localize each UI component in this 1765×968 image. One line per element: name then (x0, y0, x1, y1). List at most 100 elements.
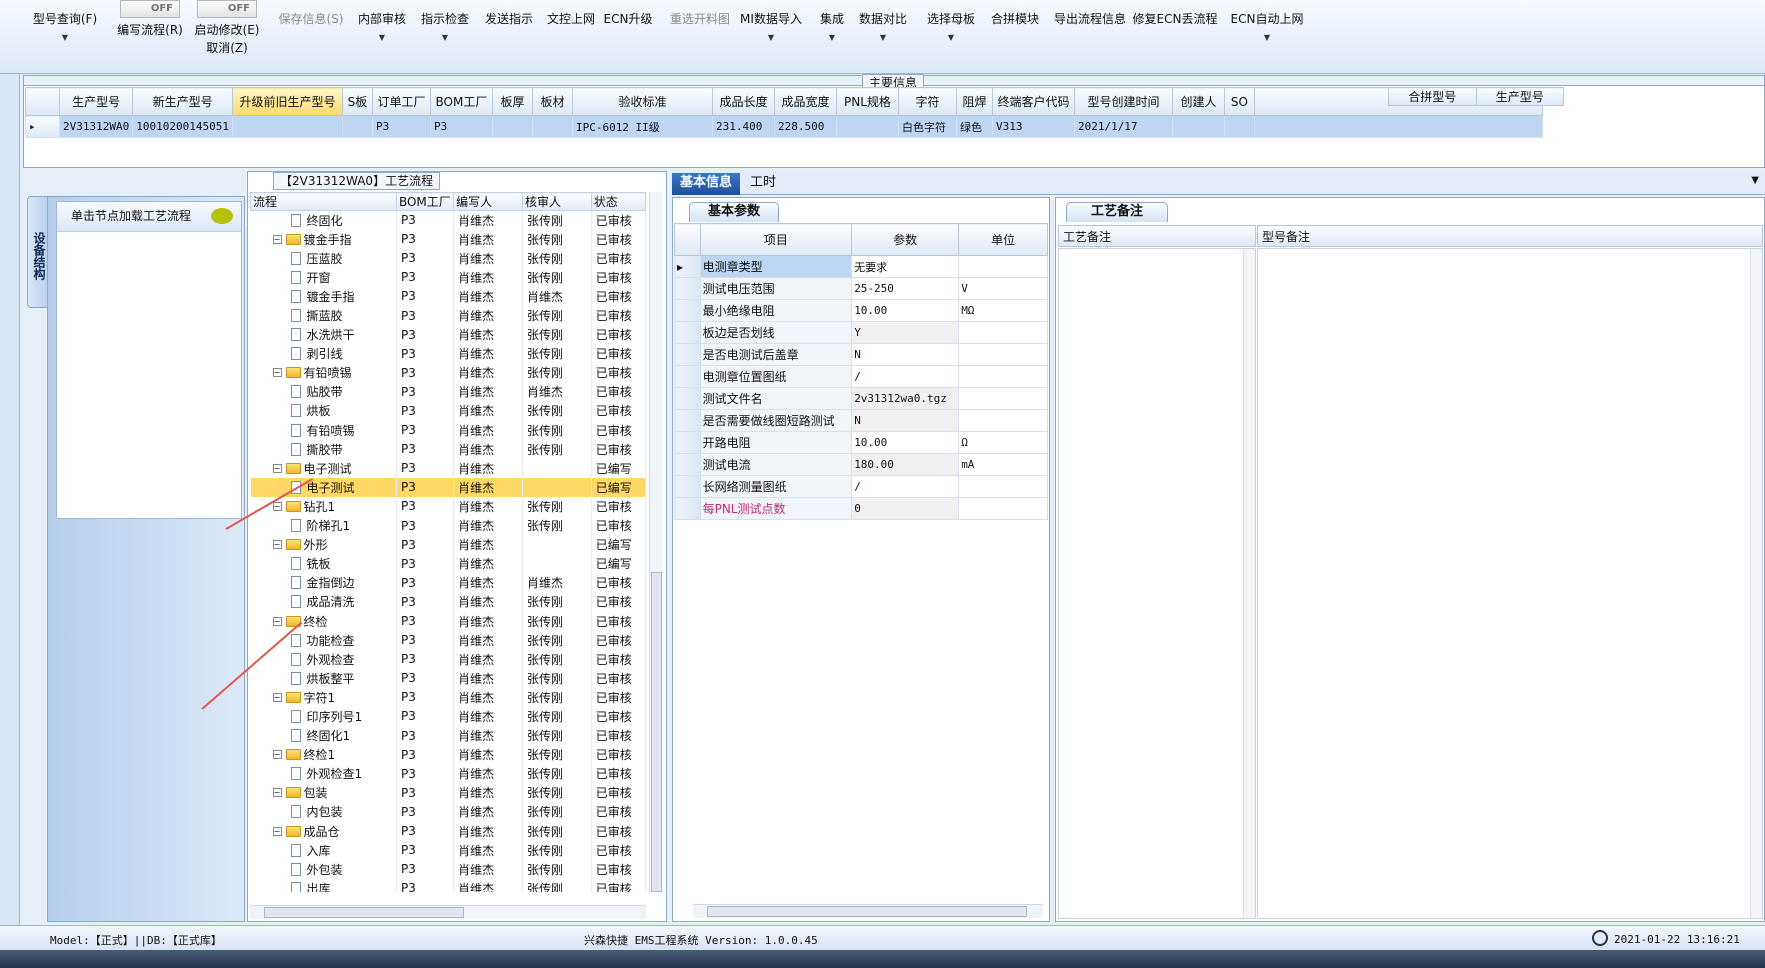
main-cell[interactable]: 2021/1/17 (1073, 115, 1173, 138)
tree-col-header[interactable]: 核审人 (521, 192, 592, 211)
params-row[interactable]: 长网络测量图纸 / (674, 475, 1048, 498)
toolbar-button-7[interactable]: 文控上网 (541, 0, 601, 74)
toolbar-button-11[interactable]: 集成 ▼ (812, 0, 852, 74)
tree-node-cell[interactable]: − 有铅喷锡 (250, 363, 397, 383)
main-cell[interactable]: 2V31312WA0 (58, 115, 134, 138)
params-row[interactable]: 电测章位置图纸 / (674, 365, 1048, 388)
main-cell[interactable]: P3 (371, 115, 431, 138)
tree-node-cell[interactable]: 印序列号1 (250, 706, 397, 727)
toggle-switch-1[interactable]: OFF (120, 0, 180, 18)
params-grid[interactable]: 项目 参数 单位 ▸ 电测章类型 无要求 测试电压范围 25-250 V 最小绝缘电阻 10.00 M… (674, 223, 1048, 520)
params-row[interactable]: ▸ 电测章类型 无要求 (674, 255, 1048, 278)
tree-row[interactable]: 开窗 P3 肖维杰 张传刚 已审核 (250, 267, 646, 287)
tree-node-cell[interactable]: 烘板整平 (250, 668, 397, 688)
params-row[interactable]: 测试电压范围 25-250 V (674, 277, 1048, 300)
main-cell[interactable] (491, 115, 533, 138)
tree-col-header[interactable]: 编写人 (453, 192, 523, 211)
tree-row[interactable]: 撕胶带 P3 肖维杰 张传刚 已审核 (250, 439, 646, 459)
main-col-header[interactable]: 生产型号 (58, 87, 134, 116)
tree-row[interactable]: 有铅喷锡 P3 肖维杰 张传刚 已审核 (250, 420, 646, 440)
tree-node-cell[interactable]: 外包装 (250, 859, 397, 879)
toolbar-button-17[interactable]: ECN自动上网 ▼ (1222, 0, 1312, 74)
param-value[interactable]: / (851, 365, 960, 388)
tree-node-cell[interactable]: 撕胶带 (250, 439, 397, 459)
main-cell[interactable]: P3 (429, 115, 493, 138)
tree-node-cell[interactable]: 撕蓝胶 (250, 305, 397, 326)
main-col-header[interactable]: BOM工厂 (429, 87, 493, 116)
sidebar-node-panel[interactable]: 单击节点加载工艺流程 (56, 201, 242, 519)
params-row[interactable]: 是否需要做线圈短路测试 N (674, 409, 1048, 432)
params-hscroll-thumb[interactable] (707, 906, 1027, 917)
tree-row[interactable]: 烘板 P3 肖维杰 张传刚 已审核 (250, 401, 646, 421)
toolbar-button-0[interactable]: 型号查询(F) ▼ (28, 0, 102, 74)
tree-row[interactable]: − 终检1 P3 肖维杰 张传刚 已审核 (250, 745, 646, 765)
toolbar-button-3[interactable]: 保存信息(S) (273, 0, 349, 74)
tree-node-cell[interactable]: 入库 (250, 840, 397, 860)
tree-row[interactable]: 成品清洗 P3 肖维杰 张传刚 已审核 (250, 592, 646, 612)
collapse-toggle-icon[interactable]: − (272, 501, 282, 511)
main-cell[interactable]: 10010200145051 (132, 115, 233, 138)
tab-work-hours[interactable]: 工时 (742, 173, 784, 195)
main-col-header[interactable]: 成品长度 (711, 87, 775, 116)
toggle-switch-2[interactable]: OFF (197, 0, 257, 18)
tree-row[interactable]: − 字符1 P3 肖维杰 张传刚 已审核 (250, 687, 646, 707)
param-value[interactable]: N (851, 343, 960, 366)
vertical-tab-device-structure[interactable]: 设备结构 (27, 196, 49, 308)
tree-node-cell[interactable]: 电子测试 (250, 477, 397, 497)
toolbar-button-6[interactable]: 发送指示 (478, 0, 540, 74)
params-row[interactable]: 最小绝缘电阻 10.00 MΩ (674, 299, 1048, 322)
tree-node-cell[interactable]: 剥引线 (250, 344, 397, 364)
param-value[interactable]: / (851, 475, 960, 498)
param-value[interactable]: 无要求 (851, 255, 960, 278)
tree-vertical-scrollbar[interactable] (649, 192, 663, 892)
toolbar-button-14[interactable]: 合拼模块 (986, 0, 1044, 74)
params-col-header[interactable]: 参数 (851, 223, 960, 256)
main-cell[interactable]: IPC-6012 II级 (571, 115, 713, 138)
tree-row[interactable]: 金指倒边 P3 肖维杰 肖维杰 已审核 (250, 573, 646, 593)
tree-node-cell[interactable]: 外观检查1 (250, 764, 397, 784)
tree-node-cell[interactable]: 成品清洗 (250, 592, 397, 612)
main-col-header[interactable]: 升级前旧生产型号 (231, 87, 343, 116)
tree-row[interactable]: 外包装 P3 肖维杰 张传刚 已审核 (250, 859, 646, 879)
toolbar-button-1[interactable]: OFF 编写流程(R) (104, 0, 196, 74)
main-cell[interactable] (531, 115, 573, 138)
param-value[interactable]: 25-250 (851, 277, 960, 300)
tree-node-cell[interactable]: 镀金手指 (250, 286, 397, 306)
tree-row[interactable]: 外观检查1 P3 肖维杰 张传刚 已审核 (250, 764, 646, 784)
model-notes-scrollbar[interactable] (1750, 249, 1762, 918)
tree-row[interactable]: 终固化1 P3 肖维杰 张传刚 已审核 (250, 726, 646, 746)
tree-node-cell[interactable]: − 终检1 (250, 745, 397, 765)
main-col-header[interactable]: 创建人 (1171, 87, 1225, 116)
tree-node-cell[interactable]: 出库 (250, 878, 397, 892)
tree-hscroll-thumb[interactable] (264, 907, 464, 918)
tree-node-cell[interactable]: − 电子测试 (250, 458, 397, 478)
param-value[interactable]: N (851, 409, 960, 432)
toolbar-button-10[interactable]: MI数据导入 ▼ (735, 0, 807, 74)
main-cell[interactable] (231, 115, 343, 138)
param-value[interactable]: 180.00 (851, 453, 960, 476)
tree-row[interactable]: 镀金手指 P3 肖维杰 肖维杰 已审核 (250, 286, 646, 306)
toolbar-button-8[interactable]: ECN升级 (599, 0, 657, 74)
tree-row[interactable]: 铣板 P3 肖维杰 已编写 (250, 554, 646, 574)
main-col-header[interactable]: 订单工厂 (371, 87, 431, 116)
tree-row[interactable]: 外观检查 P3 肖维杰 张传刚 已审核 (250, 649, 646, 669)
tree-vscroll-thumb[interactable] (651, 572, 662, 892)
tree-node-cell[interactable]: 压蓝胶 (250, 248, 397, 268)
main-col-header[interactable]: S板 (341, 87, 373, 116)
main-col-header[interactable]: 板厚 (491, 87, 533, 116)
param-value[interactable]: 0 (851, 497, 960, 520)
tree-row[interactable]: 出库 P3 肖维杰 张传刚 已审核 (250, 878, 646, 892)
main-cell[interactable] (1223, 115, 1255, 138)
main-cell[interactable]: 绿色 (955, 115, 993, 138)
model-notes-textarea[interactable] (1257, 248, 1763, 919)
tree-row[interactable]: 撕蓝胶 P3 肖维杰 张传刚 已审核 (250, 305, 646, 326)
collapse-toggle-icon[interactable]: − (272, 788, 282, 798)
main-cell[interactable] (835, 115, 899, 138)
toolbar-button-9[interactable]: 重选开料图 (660, 0, 740, 74)
params-row[interactable]: 开路电阻 10.00 Ω (674, 431, 1048, 454)
tree-horizontal-scrollbar[interactable] (250, 905, 646, 919)
main-col-header[interactable]: 板材 (531, 87, 573, 116)
toolbar-button-4[interactable]: 内部审核 ▼ (354, 0, 410, 74)
collapse-toggle-icon[interactable]: − (272, 540, 282, 550)
tabs-dropdown-icon[interactable]: ▼ (1751, 175, 1759, 186)
